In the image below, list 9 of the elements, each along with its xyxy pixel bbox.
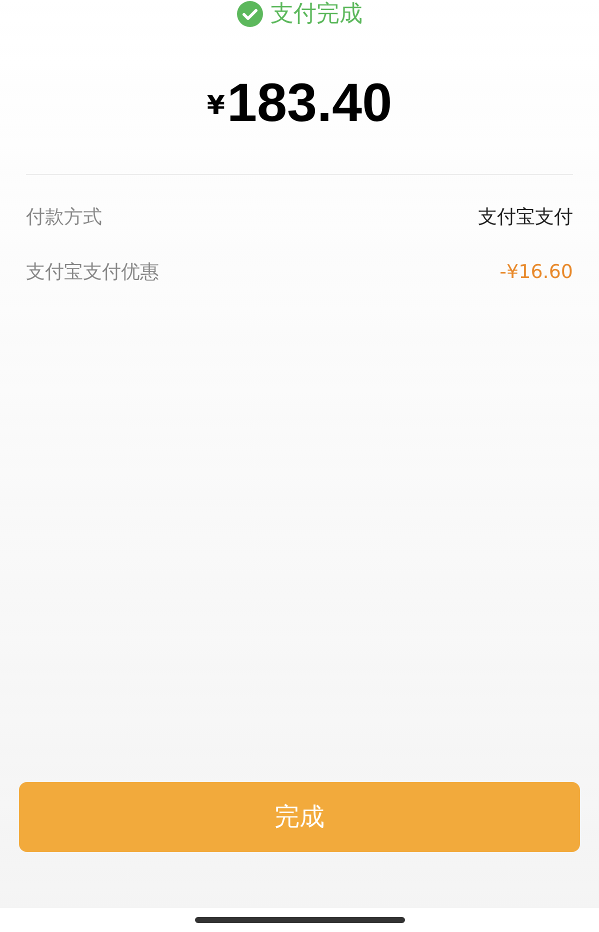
detail-label: 付款方式 [26,205,102,230]
currency-symbol: ¥ [206,90,225,123]
detail-value: 支付宝支付 [478,205,573,230]
amount: 183.40 [226,76,392,130]
detail-label: 支付宝支付优惠 [26,260,159,284]
check-icon [236,1,262,27]
detail-value: -¥16.60 [500,260,573,284]
done-button[interactable]: 完成 [19,782,580,852]
status-text: 支付完成 [270,0,362,29]
